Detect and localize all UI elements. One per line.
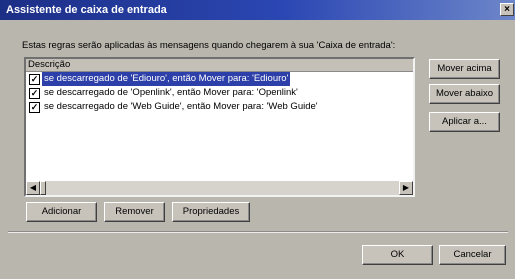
move-down-button[interactable]: Mover abaixo: [429, 84, 500, 104]
move-up-button[interactable]: Mover acima: [429, 59, 500, 79]
intro-text: Estas regras serão aplicadas às mensagen…: [22, 40, 396, 51]
list-item[interactable]: ✓ se descarregado de 'Ediouro', então Mo…: [26, 72, 413, 86]
checkbox-checked-icon[interactable]: ✓: [29, 74, 40, 85]
list-item[interactable]: ✓ se descarregado de 'Web Guide', então …: [26, 100, 413, 114]
title-bar: Assistente de caixa de entrada ×: [0, 0, 515, 20]
checkbox-checked-icon[interactable]: ✓: [29, 88, 40, 99]
rule-text: se descarregado de 'Openlink', então Mov…: [44, 87, 298, 98]
arrow-left-icon[interactable]: ◀: [26, 181, 40, 195]
rule-text: se descarregado de 'Web Guide', então Mo…: [44, 101, 318, 112]
rule-text: se descarregado de 'Ediouro', então Move…: [42, 72, 291, 86]
close-button[interactable]: ×: [500, 3, 514, 16]
horizontal-scrollbar[interactable]: ◀ ▶: [26, 181, 413, 195]
checkbox-checked-icon[interactable]: ✓: [29, 102, 40, 113]
scroll-thumb[interactable]: [40, 181, 46, 195]
arrow-right-icon[interactable]: ▶: [399, 181, 413, 195]
window-title: Assistente de caixa de entrada: [6, 4, 167, 16]
rules-list[interactable]: Descrição ✓ se descarregado de 'Ediouro'…: [24, 57, 415, 197]
ok-button[interactable]: OK: [362, 245, 433, 265]
add-button[interactable]: Adicionar: [26, 202, 97, 222]
close-icon: ×: [504, 4, 510, 15]
list-item[interactable]: ✓ se descarregado de 'Openlink', então M…: [26, 86, 413, 100]
list-header-description[interactable]: Descrição: [26, 59, 413, 72]
apply-button[interactable]: Aplicar a...: [429, 112, 500, 132]
cancel-button[interactable]: Cancelar: [439, 245, 506, 265]
properties-button[interactable]: Propriedades: [172, 202, 250, 222]
divider: [8, 231, 508, 233]
remove-button[interactable]: Remover: [104, 202, 165, 222]
